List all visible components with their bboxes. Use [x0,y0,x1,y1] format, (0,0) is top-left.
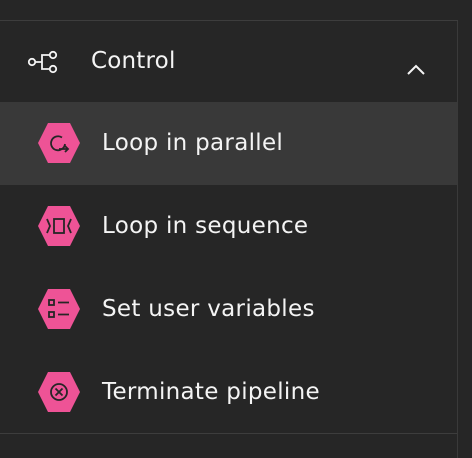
chevron-up-icon[interactable] [404,58,428,82]
previous-section-edge [0,0,458,21]
section-divider [0,433,457,434]
terminate-icon [38,372,80,412]
item-label: Terminate pipeline [102,379,320,405]
section-title: Control [91,48,176,74]
list-item-terminate-pipeline[interactable]: Terminate pipeline [0,351,457,434]
item-label: Loop in sequence [102,213,309,239]
loop-sequence-icon [38,206,80,246]
item-label: Loop in parallel [102,130,284,156]
node-palette-panel: Control Loop in parallel Loop in sequenc… [0,0,458,458]
list-item-loop-in-sequence[interactable]: Loop in sequence [0,185,457,268]
list-item-set-user-variables[interactable]: Set user variables [0,268,457,351]
flow-branch-icon [27,50,58,74]
section-header-control[interactable]: Control [0,21,457,101]
list-item-loop-in-parallel[interactable]: Loop in parallel [0,102,457,185]
loop-parallel-icon [38,123,80,163]
set-variables-icon [38,289,80,329]
item-label: Set user variables [102,296,315,322]
